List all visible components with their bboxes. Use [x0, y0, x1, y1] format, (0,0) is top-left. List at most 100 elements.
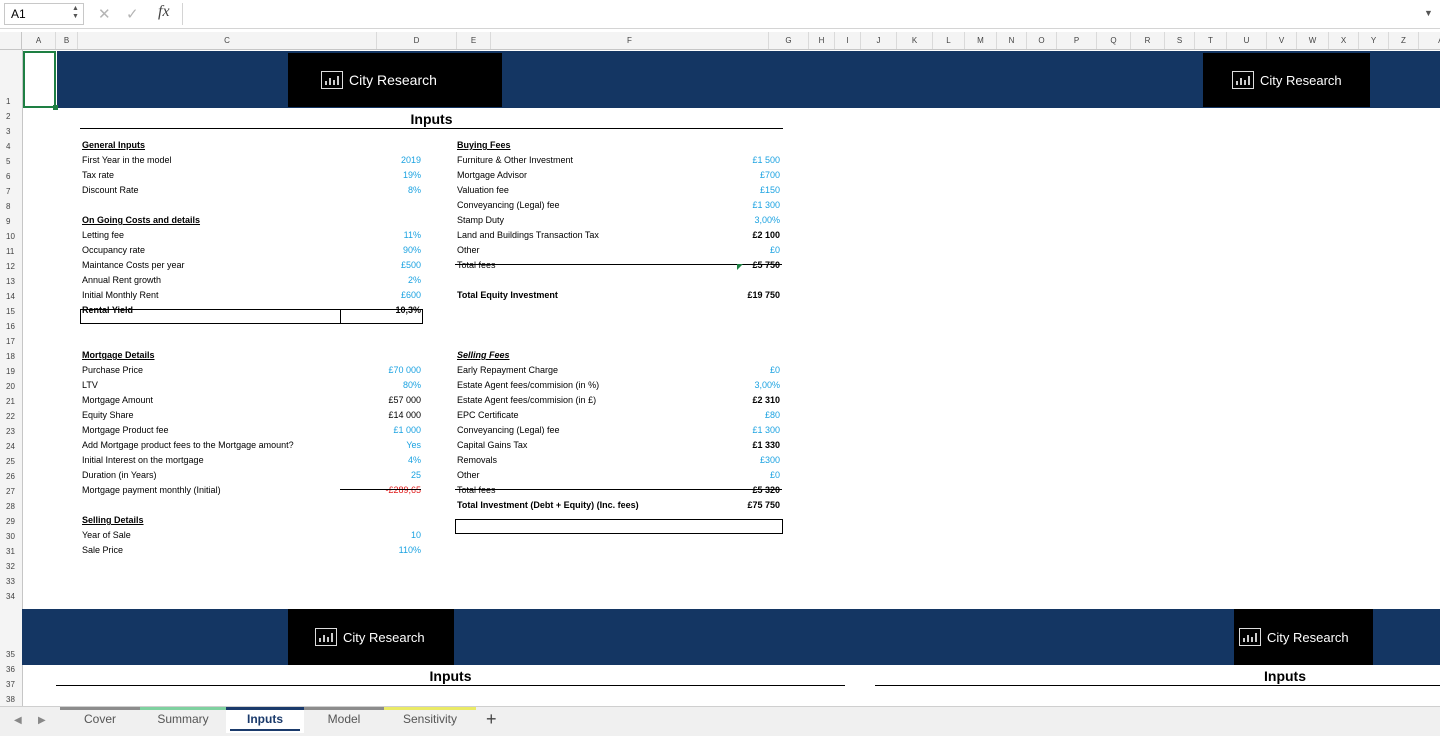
row-header-25[interactable]: 25 — [0, 454, 22, 469]
column-header-k[interactable]: K — [897, 32, 933, 49]
row-header-21[interactable]: 21 — [0, 394, 22, 409]
column-header-m[interactable]: M — [965, 32, 997, 49]
buying_fees-value[interactable]: £1 500 — [700, 153, 780, 168]
row-header-23[interactable]: 23 — [0, 424, 22, 439]
row-header-9[interactable]: 9 — [0, 214, 22, 229]
column-header-y[interactable]: Y — [1359, 32, 1389, 49]
row-header-27[interactable]: 27 — [0, 484, 22, 499]
column-header-u[interactable]: U — [1227, 32, 1267, 49]
column-header-q[interactable]: Q — [1097, 32, 1131, 49]
column-header-z[interactable]: Z — [1389, 32, 1419, 49]
column-header-c[interactable]: C — [78, 32, 377, 49]
name-box-stepper-icon[interactable]: ▲ ▼ — [72, 5, 79, 21]
fill-handle[interactable] — [53, 105, 58, 110]
mortgage-value[interactable]: £1 000 — [340, 423, 421, 438]
row-header-16[interactable]: 16 — [0, 319, 22, 334]
sheet-tab-model[interactable]: Model — [304, 707, 384, 733]
chevron-down-icon[interactable]: ▼ — [1424, 8, 1433, 18]
mortgage-value[interactable]: Yes — [340, 438, 421, 453]
row-header-8[interactable]: 8 — [0, 199, 22, 214]
row-header-11[interactable]: 11 — [0, 244, 22, 259]
row-header-28[interactable]: 28 — [0, 499, 22, 514]
row-header-35[interactable]: 35 — [0, 604, 22, 662]
mortgage-value[interactable]: 80% — [340, 378, 421, 393]
selling_fees-value[interactable]: £0 — [700, 363, 780, 378]
buying_fees-value[interactable]: 3,00% — [700, 213, 780, 228]
row-header-26[interactable]: 26 — [0, 469, 22, 484]
column-header-e[interactable]: E — [457, 32, 491, 49]
column-header-p[interactable]: P — [1057, 32, 1097, 49]
column-header-n[interactable]: N — [997, 32, 1027, 49]
row-header-20[interactable]: 20 — [0, 379, 22, 394]
mortgage-value[interactable]: 4% — [340, 453, 421, 468]
column-header-h[interactable]: H — [809, 32, 835, 49]
row-header-33[interactable]: 33 — [0, 574, 22, 589]
row-header-22[interactable]: 22 — [0, 409, 22, 424]
row-header-31[interactable]: 31 — [0, 544, 22, 559]
row-header-29[interactable]: 29 — [0, 514, 22, 529]
row-header-4[interactable]: 4 — [0, 139, 22, 154]
total-investment-value[interactable]: £75 750 — [700, 498, 780, 513]
row-header-1[interactable]: 1 — [0, 50, 22, 109]
next-sheet-icon[interactable]: ▶ — [38, 715, 46, 726]
row-header-7[interactable]: 7 — [0, 184, 22, 199]
row-header-17[interactable]: 17 — [0, 334, 22, 349]
selling_fees-value[interactable]: £1 330 — [700, 438, 780, 453]
column-header-j[interactable]: J — [861, 32, 897, 49]
row-header-6[interactable]: 6 — [0, 169, 22, 184]
selected-cell-a1[interactable] — [23, 51, 56, 108]
row-header-36[interactable]: 36 — [0, 662, 22, 677]
ongoing-value[interactable]: 2% — [340, 273, 421, 288]
general-value[interactable]: 8% — [340, 183, 421, 198]
add-sheet-button[interactable]: + — [486, 709, 497, 730]
column-header-aa[interactable]: AA — [1419, 32, 1440, 49]
row-header-12[interactable]: 12 — [0, 259, 22, 274]
column-header-l[interactable]: L — [933, 32, 965, 49]
row-header-30[interactable]: 30 — [0, 529, 22, 544]
row-header-5[interactable]: 5 — [0, 154, 22, 169]
row-header-38[interactable]: 38 — [0, 692, 22, 706]
select-all-corner[interactable] — [0, 32, 22, 49]
mortgage-value[interactable]: £57 000 — [340, 393, 421, 408]
row-header-3[interactable]: 3 — [0, 124, 22, 139]
row-header-32[interactable]: 32 — [0, 559, 22, 574]
column-header-v[interactable]: V — [1267, 32, 1297, 49]
row-header-34[interactable]: 34 — [0, 589, 22, 604]
buying_fees-value[interactable]: £700 — [700, 168, 780, 183]
column-header-s[interactable]: S — [1165, 32, 1195, 49]
column-header-f[interactable]: F — [491, 32, 769, 49]
selling_fees-value[interactable]: £2 310 — [700, 393, 780, 408]
buying_fees-value[interactable]: £1 300 — [700, 198, 780, 213]
selling_fees-value[interactable]: 3,00% — [700, 378, 780, 393]
sheet-tab-inputs[interactable]: Inputs — [226, 707, 304, 733]
column-header-o[interactable]: O — [1027, 32, 1057, 49]
column-header-r[interactable]: R — [1131, 32, 1165, 49]
column-header-g[interactable]: G — [769, 32, 809, 49]
prev-sheet-icon[interactable]: ◀ — [14, 715, 22, 726]
column-header-t[interactable]: T — [1195, 32, 1227, 49]
selling_fees-value[interactable]: £1 300 — [700, 423, 780, 438]
selling_fees-value[interactable]: £300 — [700, 453, 780, 468]
row-header-18[interactable]: 18 — [0, 349, 22, 364]
sheet-tab-summary[interactable]: Summary — [140, 707, 226, 733]
total-equity-value[interactable]: £19 750 — [700, 288, 780, 303]
sheet-tab-sensitivity[interactable]: Sensitivity — [384, 707, 476, 733]
column-header-w[interactable]: W — [1297, 32, 1329, 49]
mortgage-value[interactable]: £70 000 — [340, 363, 421, 378]
confirm-icon[interactable]: ✓ — [126, 5, 139, 23]
cancel-icon[interactable]: ✕ — [98, 5, 111, 23]
formula-input[interactable] — [182, 3, 1415, 25]
column-header-d[interactable]: D — [377, 32, 457, 49]
mortgage-value[interactable]: 25 — [340, 468, 421, 483]
ongoing-value[interactable]: 90% — [340, 243, 421, 258]
buying_fees-value[interactable]: £150 — [700, 183, 780, 198]
ongoing-value[interactable]: £500 — [340, 258, 421, 273]
insert-function-icon[interactable]: fx — [158, 3, 170, 21]
row-header-15[interactable]: 15 — [0, 304, 22, 319]
selling_details-value[interactable]: 10 — [340, 528, 421, 543]
mortgage-value[interactable]: £14 000 — [340, 408, 421, 423]
general-value[interactable]: 19% — [340, 168, 421, 183]
row-header-19[interactable]: 19 — [0, 364, 22, 379]
sheet-tab-cover[interactable]: Cover — [60, 707, 140, 733]
selling_fees-value[interactable]: £80 — [700, 408, 780, 423]
